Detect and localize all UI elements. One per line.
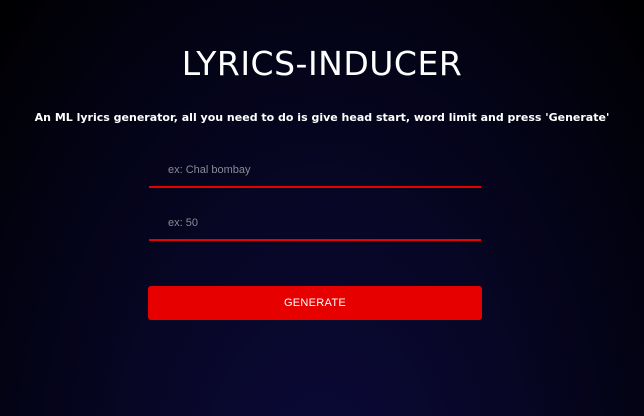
generate-button[interactable]: GENERATE	[148, 286, 482, 320]
page-title: LYRICS-INDUCER	[181, 44, 463, 83]
word-limit-field	[149, 207, 481, 241]
word-limit-input[interactable]	[149, 207, 481, 239]
page-subtitle: An ML lyrics generator, all you need to …	[34, 111, 610, 124]
head-start-field	[149, 154, 481, 188]
head-start-input[interactable]	[149, 154, 481, 186]
main-container: LYRICS-INDUCER An ML lyrics generator, a…	[0, 0, 644, 416]
